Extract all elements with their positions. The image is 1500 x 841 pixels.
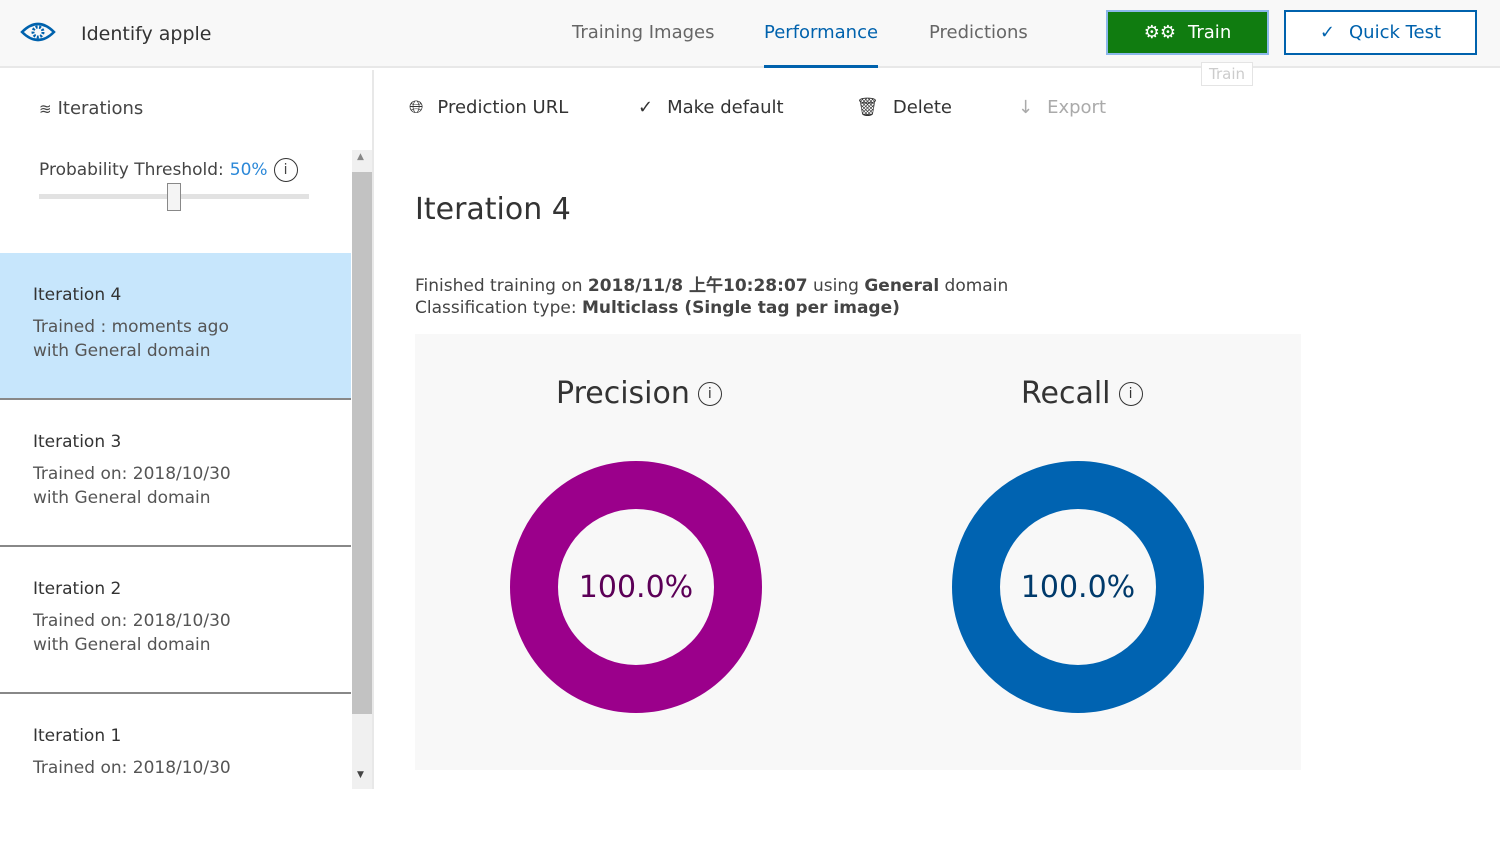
metrics-donuts	[510, 461, 1204, 713]
precision-value: 100.0%	[578, 570, 694, 605]
recall-value: 100.0%	[1020, 570, 1136, 605]
